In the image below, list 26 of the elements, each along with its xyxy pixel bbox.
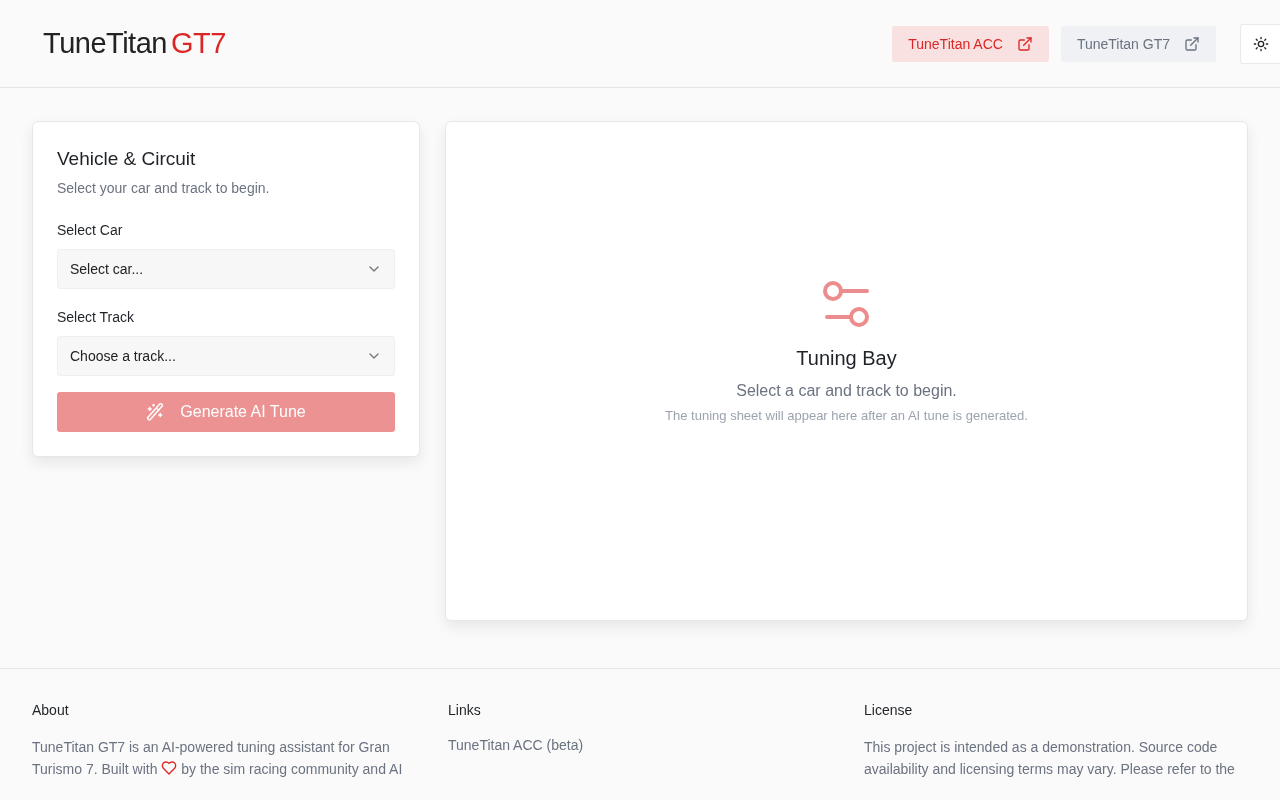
license-text: This project is intended as a demonstration. Source code availability and licensing terms may vary. Please refer to the [864, 738, 1236, 779]
about-text: by the sim racing community and AI [181, 761, 403, 777]
about-text: TuneTitan GT7 is an AI-powered tuning assistant for Gran [32, 738, 391, 757]
footer-heading: About [32, 702, 70, 718]
external-link-icon [1184, 35, 1200, 52]
theme-toggle[interactable] [1240, 23, 1280, 64]
empty-message: Select a car and track to begin. [736, 382, 957, 400]
footer-heading: License [864, 702, 914, 718]
logo: TuneTitan GT7 [43, 27, 226, 60]
field-label: Select Track [57, 309, 136, 325]
magic-wand-icon [146, 403, 165, 421]
sun-icon [1252, 35, 1269, 52]
site-link[interactable]: TuneTitan ACC [892, 25, 1049, 62]
empty-hint: The tuning sheet will appear here after an AI tune is generated. [665, 408, 1028, 423]
footer-heading: Links [448, 702, 482, 718]
field-label: Select Car [57, 222, 124, 238]
card-subtitle: Select your car and track to begin. [57, 180, 271, 196]
footer-link[interactable]: TuneTitan ACC (beta) [448, 737, 584, 753]
site-link[interactable]: TuneTitan GT7 [1060, 25, 1216, 62]
select-field[interactable]: Choose a track... [57, 336, 395, 376]
about-text: Turismo 7. Built with [32, 761, 158, 777]
external-link-icon [1016, 35, 1033, 52]
panel-title: Tuning Bay [796, 347, 897, 370]
card-title: Vehicle & Circuit [57, 148, 197, 170]
select-field[interactable]: Select car... [57, 249, 395, 289]
heart-icon [161, 760, 178, 776]
